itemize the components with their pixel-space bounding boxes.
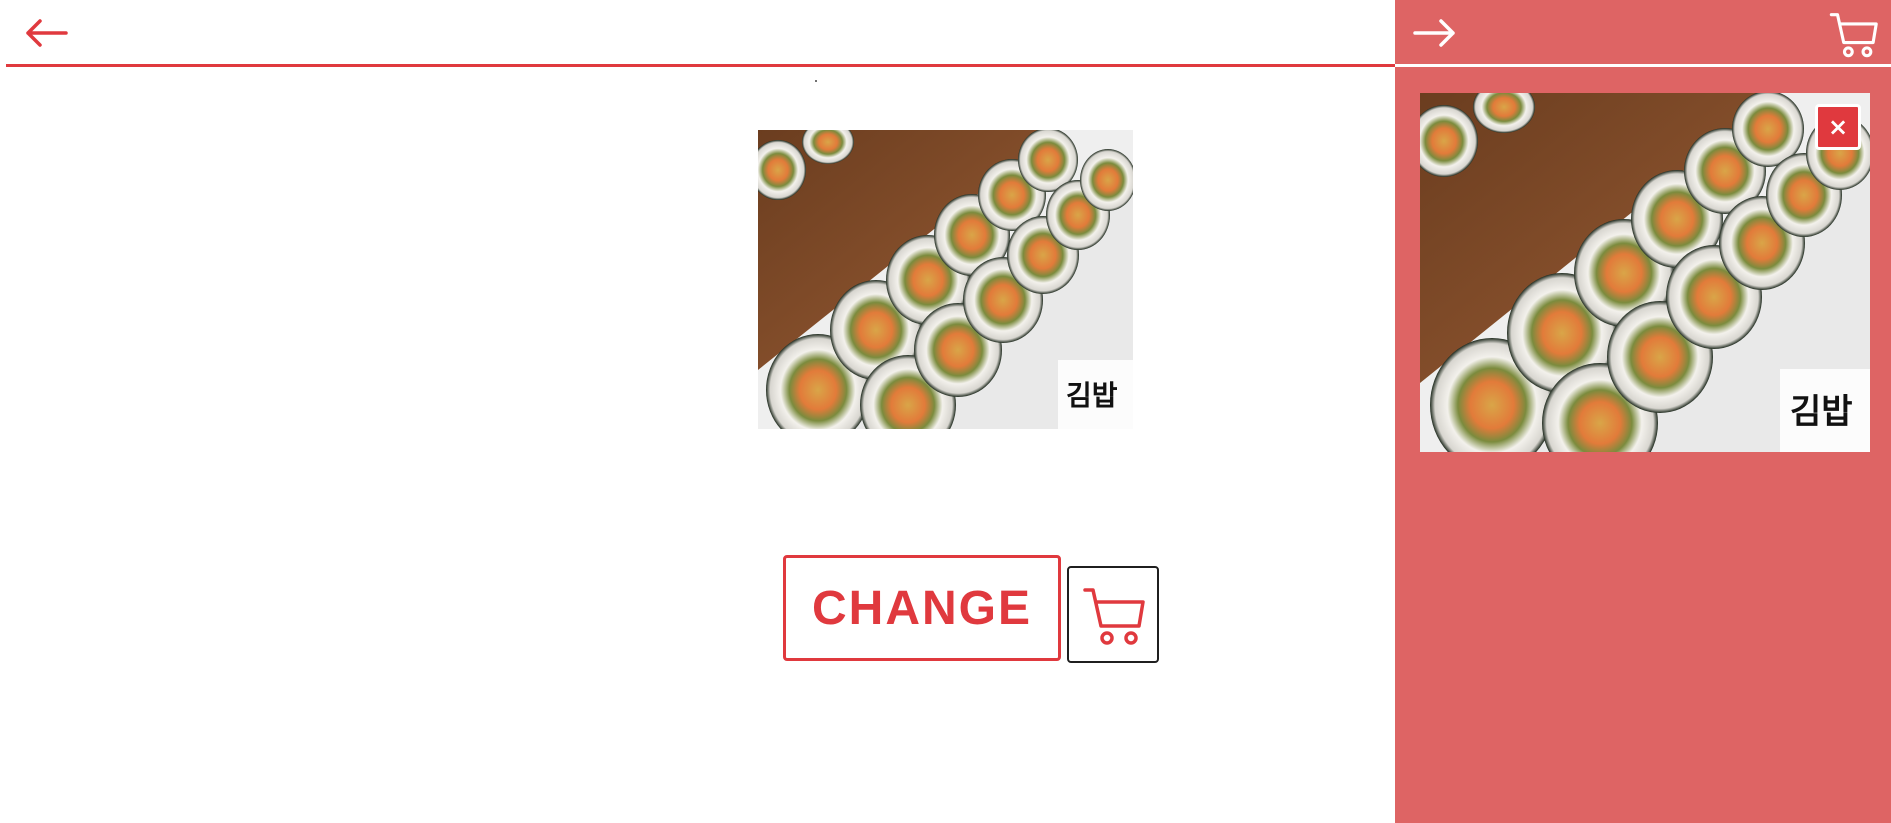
side-top-bar — [1395, 0, 1891, 67]
back-button[interactable] — [20, 12, 72, 54]
main-area: 김밥 CHANGE — [0, 0, 1395, 823]
cart-item-image-label: 김밥 — [1790, 392, 1853, 432]
product-image-label: 김밥 — [1066, 379, 1118, 412]
cart-item-image: 김밥 — [1420, 93, 1870, 452]
shopping-cart-icon — [1083, 587, 1145, 645]
side-cart-button[interactable] — [1825, 8, 1881, 60]
change-button[interactable]: CHANGE — [783, 555, 1061, 661]
product-image: 김밥 — [758, 130, 1133, 429]
top-bar — [6, 0, 1395, 67]
loading-dot — [815, 80, 817, 82]
arrow-left-icon — [26, 19, 68, 47]
app-root: 김밥 CHANGE 김밥 × — [0, 0, 1891, 823]
forward-button[interactable] — [1409, 12, 1461, 54]
remove-item-button[interactable]: × — [1815, 104, 1861, 150]
shopping-cart-icon — [1829, 13, 1878, 58]
add-to-cart-button[interactable] — [1067, 566, 1159, 663]
arrow-right-icon — [1413, 19, 1455, 47]
